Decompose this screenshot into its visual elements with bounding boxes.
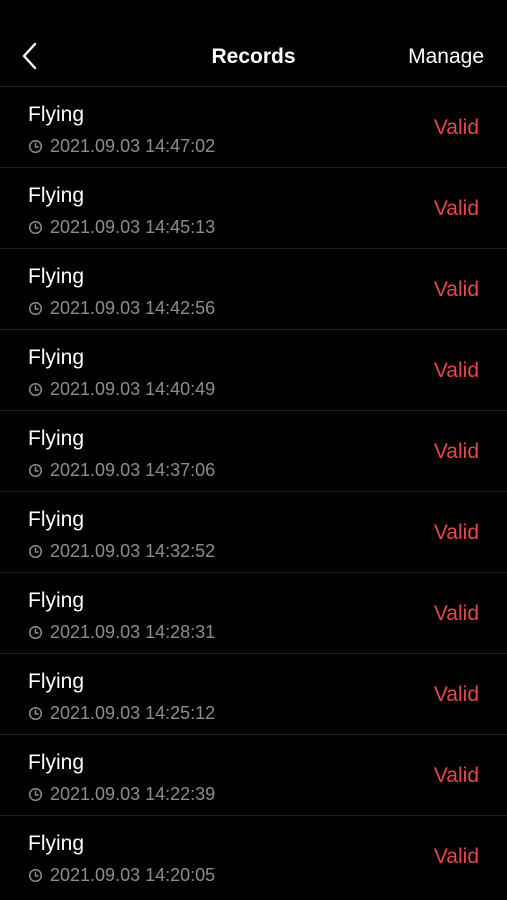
record-title: Flying <box>28 670 85 693</box>
status-label: Valid <box>433 116 479 139</box>
record-meta: 2021.09.03 14:32:52 <box>28 540 215 562</box>
record-timestamp: 2021.09.03 14:47:02 <box>50 136 216 156</box>
record-timestamp: 2021.09.03 14:22:39 <box>50 784 216 804</box>
record-meta: 2021.09.03 14:47:02 <box>28 135 215 157</box>
clock-icon <box>28 787 43 801</box>
record-title: Flying <box>28 184 85 207</box>
clock-icon <box>28 139 43 153</box>
record-row[interactable]: Flying 2021.09.03 14:42:56 Valid <box>0 248 507 329</box>
record-timestamp: 2021.09.03 14:37:06 <box>50 460 216 480</box>
record-title: Flying <box>28 832 85 855</box>
record-timestamp: 2021.09.03 14:25:12 <box>50 703 216 723</box>
clock-icon <box>28 706 43 720</box>
clock-icon <box>28 220 43 234</box>
record-row[interactable]: Flying 2021.09.03 14:22:39 Valid <box>0 734 507 815</box>
clock-icon <box>28 544 43 558</box>
status-label: Valid <box>433 845 479 868</box>
record-row[interactable]: Flying 2021.09.03 14:25:12 Valid <box>0 653 507 734</box>
record-row[interactable]: Flying 2021.09.03 14:37:06 Valid <box>0 410 507 491</box>
record-meta: 2021.09.03 14:42:56 <box>28 297 215 319</box>
status-label: Valid <box>433 521 479 544</box>
clock-icon <box>28 463 43 477</box>
record-meta: 2021.09.03 14:37:06 <box>28 459 215 481</box>
record-row[interactable]: Flying 2021.09.03 14:40:49 Valid <box>0 329 507 410</box>
record-meta: 2021.09.03 14:22:39 <box>28 783 215 805</box>
record-timestamp: 2021.09.03 14:42:56 <box>50 298 216 318</box>
record-timestamp: 2021.09.03 14:28:31 <box>50 622 216 642</box>
record-title: Flying <box>28 103 85 126</box>
record-row[interactable]: Flying 2021.09.03 14:45:13 Valid <box>0 167 507 248</box>
record-title: Flying <box>28 589 85 612</box>
record-row[interactable]: Flying 2021.09.03 14:20:05 Valid <box>0 815 507 896</box>
record-timestamp: 2021.09.03 14:40:49 <box>50 379 216 399</box>
clock-icon <box>28 382 43 396</box>
record-meta: 2021.09.03 14:20:05 <box>28 864 215 886</box>
record-timestamp: 2021.09.03 14:20:05 <box>50 865 216 885</box>
record-row[interactable]: Flying 2021.09.03 14:32:52 Valid <box>0 491 507 572</box>
clock-icon <box>28 625 43 639</box>
record-title: Flying <box>28 346 85 369</box>
record-meta: 2021.09.03 14:40:49 <box>28 378 215 400</box>
status-label: Valid <box>433 764 479 787</box>
clock-icon <box>28 301 43 315</box>
record-row[interactable]: Flying 2021.09.03 14:28:31 Valid <box>0 572 507 653</box>
status-label: Valid <box>433 197 479 220</box>
record-timestamp: 2021.09.03 14:32:52 <box>50 541 216 561</box>
status-label: Valid <box>433 359 479 382</box>
record-title: Flying <box>28 751 85 774</box>
status-label: Valid <box>433 683 479 706</box>
record-row[interactable]: Flying 2021.09.03 14:47:02 Valid <box>0 86 507 167</box>
records-list: Flying 2021.09.03 14:47:02 Valid Flying … <box>0 86 507 896</box>
clock-icon <box>28 868 43 882</box>
status-label: Valid <box>433 440 479 463</box>
status-label: Valid <box>433 602 479 625</box>
manage-button[interactable]: Manage <box>408 44 484 70</box>
record-timestamp: 2021.09.03 14:45:13 <box>50 217 216 237</box>
status-label: Valid <box>433 278 479 301</box>
record-title: Flying <box>28 265 85 288</box>
navigation-bar: Records Manage <box>0 0 507 86</box>
record-meta: 2021.09.03 14:28:31 <box>28 621 215 643</box>
record-meta: 2021.09.03 14:45:13 <box>28 216 215 238</box>
record-meta: 2021.09.03 14:25:12 <box>28 702 215 724</box>
record-title: Flying <box>28 508 85 531</box>
record-title: Flying <box>28 427 85 450</box>
